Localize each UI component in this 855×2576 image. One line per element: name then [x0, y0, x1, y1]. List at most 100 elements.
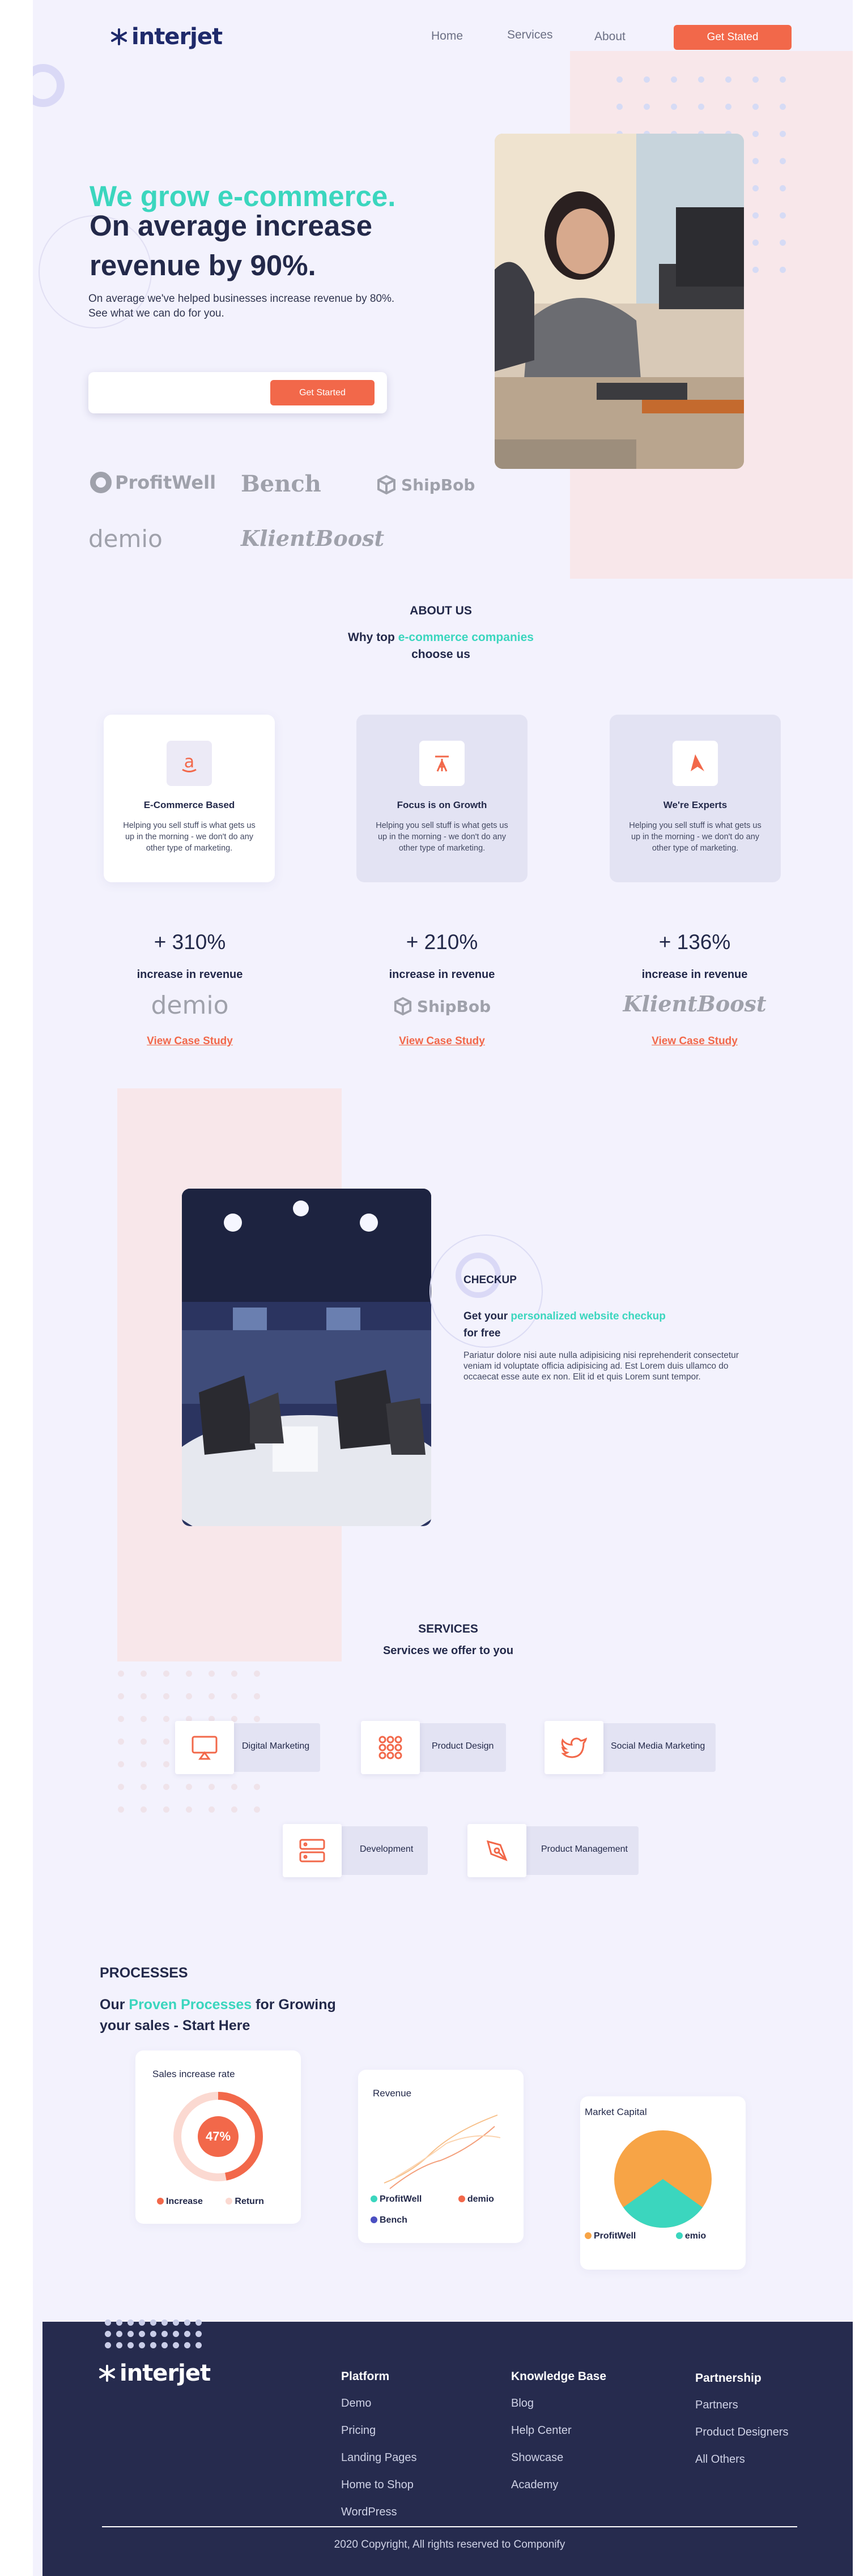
decor-dot — [139, 2342, 145, 2348]
decor-dot — [725, 104, 731, 110]
decor-dot — [184, 2342, 190, 2348]
decor-dot — [231, 1693, 237, 1699]
service-digital-marketing[interactable]: Digital Marketing — [175, 1721, 320, 1774]
service-social-media-marketing[interactable]: Social Media Marketing — [545, 1721, 716, 1774]
decor-dot — [186, 1806, 192, 1813]
decor-dot — [752, 240, 759, 246]
decor-dot — [127, 2331, 134, 2337]
decor-dot — [231, 1784, 237, 1790]
revenue-card-title: Revenue — [373, 2088, 412, 2099]
nav-home[interactable]: Home — [431, 29, 463, 43]
decor-dot — [752, 212, 759, 219]
services-eyebrow: SERVICES — [418, 1622, 478, 1635]
stat-value: + 210% — [406, 930, 478, 954]
decor-dot — [725, 76, 731, 83]
decor-dot — [139, 2319, 145, 2326]
sales-card-title: Sales increase rate — [152, 2069, 235, 2079]
decor-dot — [254, 1806, 260, 1813]
decor-dot — [254, 1671, 260, 1677]
legend-item-bench: Bench — [371, 2215, 407, 2225]
decor-dot — [186, 1784, 192, 1790]
service-product-design[interactable]: Product Design — [361, 1721, 506, 1774]
footer-col-knowledge-heading: Knowledge Base — [511, 2370, 607, 2383]
service-label: Social Media Marketing — [611, 1741, 705, 1751]
asterisk-logo-icon — [111, 28, 127, 45]
nav-about[interactable]: About — [594, 30, 626, 44]
decor-dot — [141, 1671, 147, 1677]
legend-item-profitwell: ProfitWell — [585, 2231, 636, 2241]
ring-decoration — [33, 64, 65, 107]
hero-get-started-button[interactable]: Get Started — [270, 380, 375, 405]
decor-dot — [780, 76, 786, 83]
footer-link[interactable]: Product Designers — [695, 2426, 789, 2439]
logo-text: interjet — [131, 24, 223, 50]
presentation-icon — [175, 1721, 234, 1774]
stat-value: + 310% — [154, 930, 226, 954]
footer-col-partnership-heading: Partnership — [695, 2372, 762, 2385]
service-label: Development — [360, 1844, 414, 1854]
feature-title: E-Commerce Based — [143, 800, 235, 810]
checkup-eyebrow: CHECKUP — [463, 1274, 517, 1286]
footer-link[interactable]: Landing Pages — [341, 2451, 416, 2464]
decor-dot — [150, 2319, 156, 2326]
footer-link[interactable]: Home to Shop — [341, 2479, 414, 2492]
decor-dot — [752, 131, 759, 137]
footer-link[interactable]: Academy — [511, 2479, 558, 2492]
decor-dot — [163, 1716, 169, 1722]
hero-subtitle-line1: On average we've helped businesses incre… — [88, 293, 395, 305]
decor-dot — [163, 1671, 169, 1677]
decor-dot — [118, 1693, 124, 1699]
sales-rate-card: Sales increase rate 47% Increase Return — [135, 2050, 301, 2224]
footer-link[interactable]: All Others — [695, 2453, 745, 2466]
decor-dot — [163, 1806, 169, 1813]
feature-card-ecommerce: a E-Commerce Based Helping you sell stuf… — [104, 715, 275, 882]
view-case-study-link[interactable]: View Case Study — [609, 1035, 780, 1048]
legend-item-increase: Increase — [157, 2197, 203, 2206]
service-development[interactable]: Development — [283, 1824, 428, 1877]
decor-dot — [780, 131, 786, 137]
decor-dot — [616, 104, 623, 110]
feature-title: Focus is on Growth — [397, 800, 487, 810]
revenue-line-chart — [384, 2114, 501, 2189]
decor-dot — [116, 2342, 122, 2348]
legend-item-profitwell: ProfitWell — [371, 2194, 422, 2204]
footer-link[interactable]: Demo — [341, 2397, 371, 2410]
hero-email-input[interactable] — [96, 380, 266, 405]
get-stated-button[interactable]: Get Stated — [674, 25, 792, 50]
footer-link[interactable]: Showcase — [511, 2451, 563, 2464]
footer-link[interactable]: Blog — [511, 2397, 534, 2410]
nav-services[interactable]: Services — [507, 28, 553, 42]
footer-link[interactable]: Partners — [695, 2399, 738, 2412]
hero-title-line3: revenue by 90%. — [90, 249, 316, 281]
footer-link[interactable]: Pricing — [341, 2424, 376, 2437]
decor-dot — [141, 1761, 147, 1767]
footer-divider — [102, 2526, 797, 2527]
service-product-management[interactable]: Product Management — [467, 1824, 639, 1877]
footer-link[interactable]: WordPress — [341, 2506, 397, 2519]
logo[interactable]: interjet — [110, 24, 223, 50]
sales-percent-label: 47% — [206, 2129, 231, 2143]
decor-dot — [127, 2342, 134, 2348]
footer-dot-grid — [105, 2319, 207, 2359]
decor-dot — [141, 1716, 147, 1722]
revenue-legend-row1: ProfitWell demio — [371, 2194, 494, 2205]
view-case-study-link[interactable]: View Case Study — [104, 1035, 275, 1048]
feature-card-experts: We're Experts Helping you sell stuff is … — [610, 715, 781, 882]
logo-demio: demio — [88, 525, 163, 553]
decor-dot — [118, 1761, 124, 1767]
footer-link[interactable]: Help Center — [511, 2424, 572, 2437]
view-case-study-link[interactable]: View Case Study — [356, 1035, 528, 1048]
decor-dot — [752, 185, 759, 191]
decor-dot — [195, 2342, 202, 2348]
decor-dot — [116, 2331, 122, 2337]
logo-klientboost: KlientBoost — [241, 526, 385, 551]
decor-dot — [698, 76, 704, 83]
stat-brand-shipbob: ShipBob — [356, 997, 528, 1016]
checkup-heading: Get your personalized website checkup fo… — [463, 1310, 666, 1339]
page-canvas: interjet Home Services About Get Stated … — [33, 0, 853, 2576]
expert-icon — [673, 741, 718, 786]
decor-dot — [209, 1693, 215, 1699]
revenue-card: Revenue ProfitWell demio Bench — [358, 2070, 524, 2243]
decor-dot — [209, 1806, 215, 1813]
footer-logo[interactable]: interjet — [98, 2360, 211, 2386]
